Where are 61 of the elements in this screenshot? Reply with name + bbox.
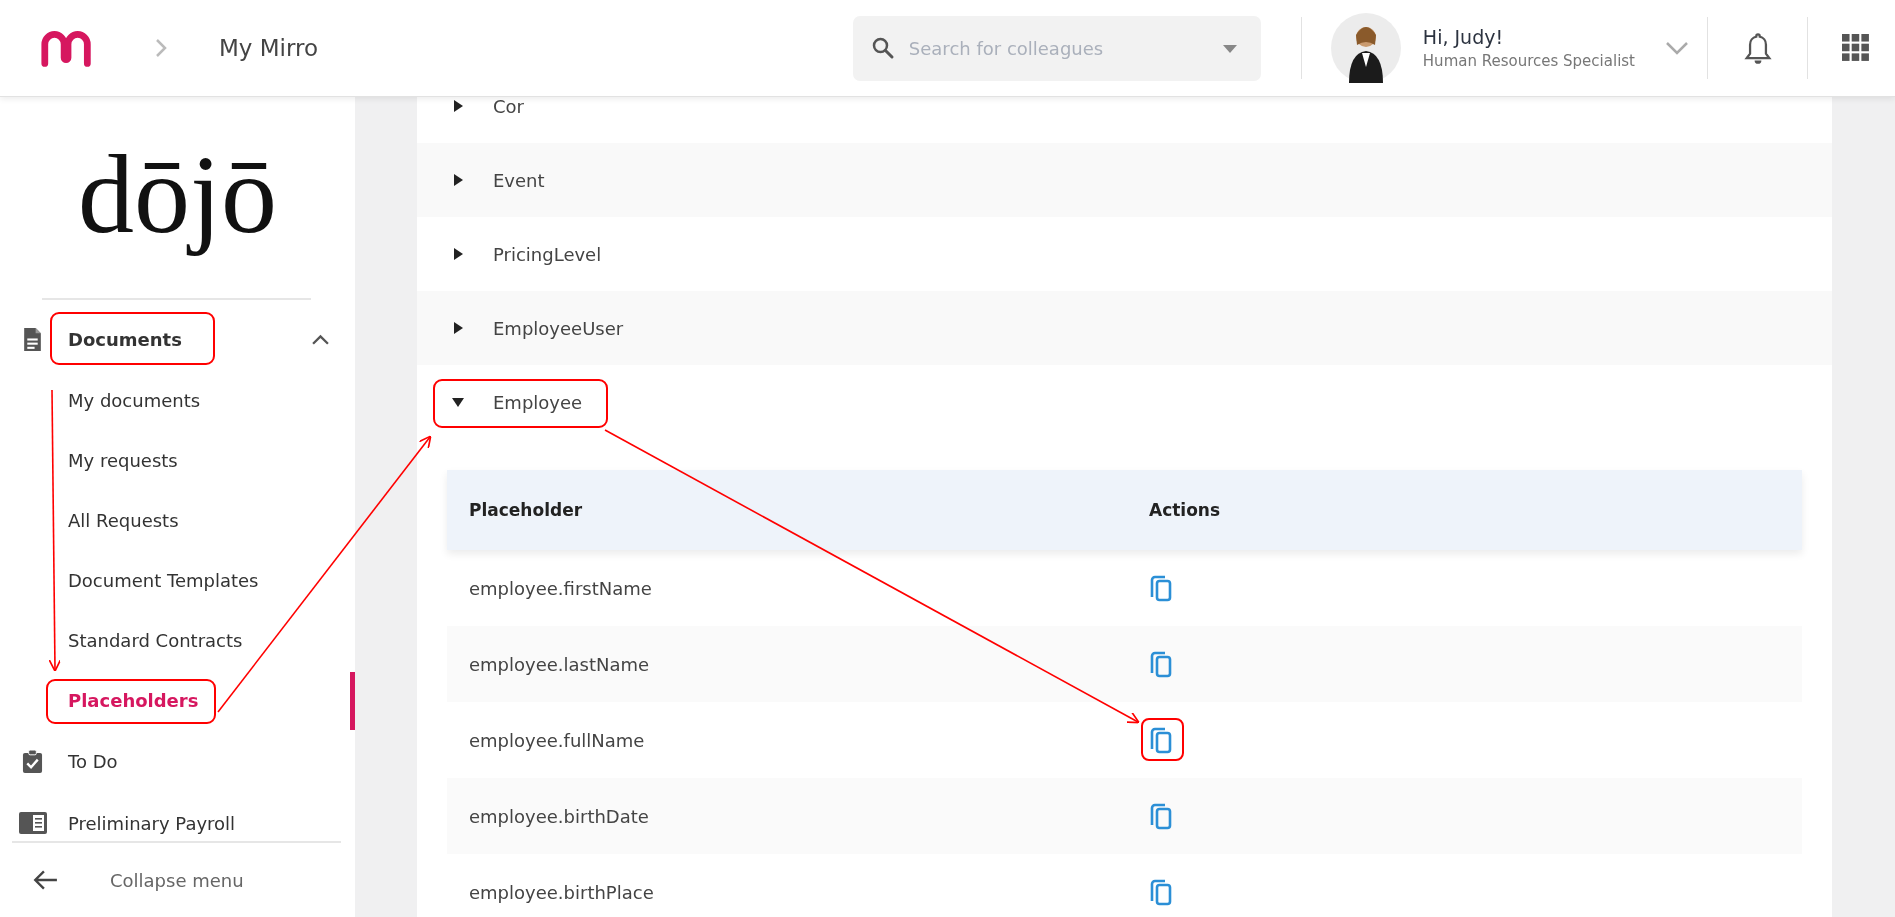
document-icon [22, 326, 43, 352]
user-greeting: Hi, Judy! [1422, 26, 1505, 48]
sidebar-subitem[interactable]: My documents [0, 370, 355, 430]
group-row[interactable]: Employee [417, 365, 1832, 439]
ledger-icon [19, 812, 47, 834]
table-cell-text: employee.firstName [469, 577, 653, 599]
caret-right-icon [452, 248, 464, 260]
copy-icon [1149, 878, 1173, 906]
copy-icon [1149, 650, 1173, 678]
search-icon [870, 35, 895, 60]
chevron-down-icon[interactable] [1665, 41, 1689, 55]
clipboard-check-icon [22, 748, 43, 774]
table-cell-text: employee.birthDate [469, 805, 650, 827]
copy-icon [1149, 574, 1173, 602]
copy-button[interactable] [1149, 650, 1173, 678]
table-cell-text: employee.fullName [469, 729, 646, 751]
column-header: Actions [1149, 500, 1221, 520]
bell-icon[interactable] [1744, 31, 1772, 65]
arrow-left-icon[interactable] [32, 869, 58, 891]
sidebar-item[interactable]: Preliminary Payroll [0, 792, 355, 841]
search-field[interactable]: Search for colleagues [852, 15, 1261, 81]
page-title: My Mirro [219, 35, 319, 61]
caret-right-icon [452, 100, 464, 112]
sidebar-item[interactable]: Documents [0, 308, 355, 370]
sidebar-subitem[interactable]: All Requests [0, 490, 355, 550]
sidebar-subitem[interactable]: Standard Contracts [0, 610, 355, 670]
group-row[interactable]: Cor [417, 97, 1832, 143]
collapse-menu-link[interactable]: Collapse menu [110, 869, 244, 891]
group-row[interactable]: EmployeeUser [417, 291, 1832, 365]
group-row[interactable]: PricingLevel [417, 217, 1832, 291]
group-row[interactable]: Event [417, 143, 1832, 217]
group-name: Event [493, 169, 545, 191]
user-role: Human Resources Specialist [1422, 52, 1635, 70]
copy-button[interactable] [1149, 878, 1173, 906]
avatar[interactable] [1330, 13, 1401, 83]
dropdown-caret-icon [1222, 44, 1237, 53]
brand-logo: dōjō [77, 130, 278, 258]
sidebar-subitem[interactable]: Document Templates [0, 550, 355, 610]
active-indicator [350, 672, 355, 730]
table-cell-text: employee.lastName [469, 653, 651, 675]
copy-button[interactable] [1149, 726, 1173, 754]
chevron-up-icon [312, 333, 329, 345]
group-name: Cor [493, 97, 524, 117]
sidebar-subitem[interactable]: Placeholders [0, 670, 355, 730]
apps-grid-icon[interactable] [1842, 34, 1870, 62]
column-header: Placeholder [469, 500, 584, 520]
copy-icon [1149, 802, 1173, 830]
copy-button[interactable] [1149, 802, 1173, 830]
group-name: PricingLevel [493, 243, 602, 265]
group-name: Employee [493, 391, 583, 413]
chevron-right-icon [155, 38, 167, 58]
caret-right-icon [452, 174, 464, 186]
group-name: EmployeeUser [493, 317, 624, 339]
sidebar-item[interactable]: To Do [0, 730, 355, 792]
copy-button[interactable] [1149, 574, 1173, 602]
copy-icon [1149, 726, 1173, 754]
sidebar-subitem[interactable]: My requests [0, 430, 355, 490]
highlight-box [1141, 718, 1184, 761]
table-cell-text: employee.birthPlace [469, 881, 655, 903]
caret-down-icon [452, 396, 464, 408]
caret-right-icon [452, 322, 464, 334]
